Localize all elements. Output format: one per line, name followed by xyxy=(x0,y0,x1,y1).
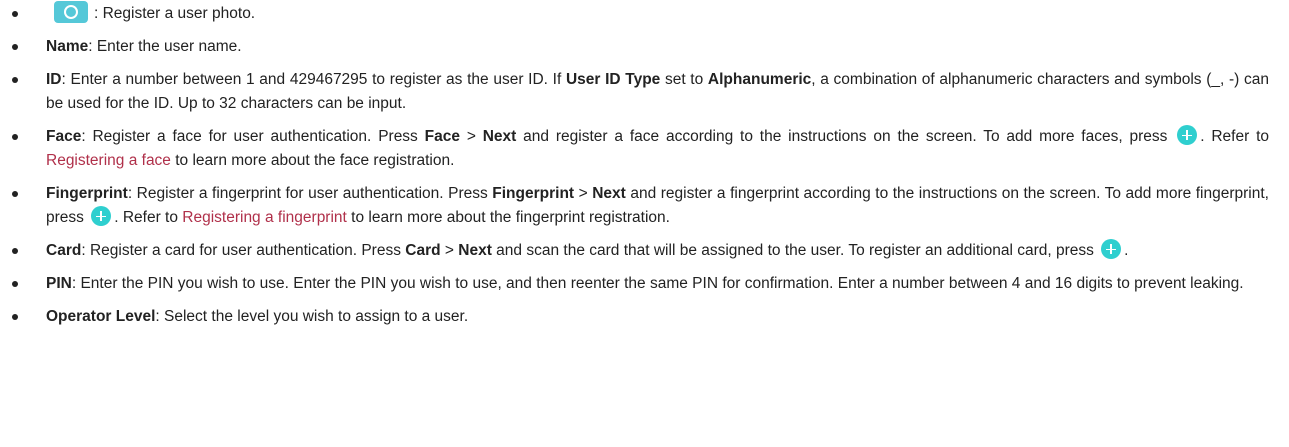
body-text: > xyxy=(574,185,593,202)
bullet-list: : Register a user photo. Name: Enter the … xyxy=(0,1,1289,338)
body-text: to learn more about the face registratio… xyxy=(170,152,455,169)
bullet-dot xyxy=(12,191,18,197)
bullet-dot xyxy=(12,248,18,254)
plus-icon[interactable] xyxy=(1177,125,1198,146)
bold-term: Operator Level xyxy=(46,308,156,325)
body-text: . Refer to xyxy=(1200,128,1270,145)
list-item: Face: Register a face for user authentic… xyxy=(0,125,1289,173)
body-text: set to xyxy=(660,71,708,88)
bold-term: Fingerprint xyxy=(46,185,128,202)
bold-term: PIN xyxy=(46,275,72,292)
bold-term: Next xyxy=(592,185,626,202)
bold-term: ID xyxy=(46,71,62,88)
cross-reference-link[interactable]: Registering a face xyxy=(46,152,171,169)
bold-term: Card xyxy=(46,242,82,259)
bold-term: Face xyxy=(424,128,460,145)
bullet-dot xyxy=(12,11,18,17)
body-text: : Register a face for user authenticatio… xyxy=(81,128,425,145)
list-item: PIN: Enter the PIN you wish to use. Ente… xyxy=(0,272,1289,296)
body-text: . xyxy=(1124,242,1129,259)
body-text: : Enter a number between 1 and 429467295… xyxy=(61,71,566,88)
body-text: > xyxy=(440,242,459,259)
camera-icon[interactable] xyxy=(54,1,88,24)
body-text: and scan the card that will be assigned … xyxy=(491,242,1099,259)
body-text: : Register a fingerprint for user authen… xyxy=(127,185,493,202)
body-text: to learn more about the fingerprint regi… xyxy=(346,209,670,226)
list-item: Fingerprint: Register a fingerprint for … xyxy=(0,182,1289,230)
body-text: and register a face according to the ins… xyxy=(516,128,1175,145)
bold-term: Face xyxy=(46,128,82,145)
plus-icon[interactable] xyxy=(91,206,112,227)
bold-term: Next xyxy=(482,128,517,145)
bullet-dot xyxy=(12,314,18,320)
body-text: : Select the level you wish to assign to… xyxy=(155,308,469,325)
list-item: Card: Register a card for user authentic… xyxy=(0,239,1289,263)
list-item: : Register a user photo. xyxy=(0,1,1289,26)
list-item: Name: Enter the user name. xyxy=(0,35,1289,59)
bullet-dot xyxy=(12,44,18,50)
bullet-dot xyxy=(12,134,18,140)
bold-term: Next xyxy=(458,242,492,259)
bold-term: Card xyxy=(405,242,441,259)
document-page: : Register a user photo. Name: Enter the … xyxy=(0,0,1289,447)
bullet-dot xyxy=(12,77,18,83)
plus-icon[interactable] xyxy=(1101,239,1122,260)
bold-term: Fingerprint xyxy=(492,185,575,202)
cross-reference-link[interactable]: Registering a fingerprint xyxy=(182,209,347,226)
list-item: ID: Enter a number between 1 and 4294672… xyxy=(0,68,1289,116)
body-text: : Enter the PIN you wish to use. Enter t… xyxy=(71,275,1244,292)
bold-term: Name xyxy=(46,38,89,55)
bold-term: User ID Type xyxy=(565,71,661,88)
body-text: : Register a card for user authenticatio… xyxy=(81,242,406,259)
list-item: Operator Level: Select the level you wis… xyxy=(0,305,1289,329)
body-text: : Enter the user name. xyxy=(88,38,242,55)
bold-term: Alphanumeric xyxy=(707,71,812,88)
bullet-dot xyxy=(12,281,18,287)
body-text: > xyxy=(460,128,483,145)
body-text: . Refer to xyxy=(114,209,183,226)
body-text: : Register a user photo. xyxy=(94,5,256,22)
